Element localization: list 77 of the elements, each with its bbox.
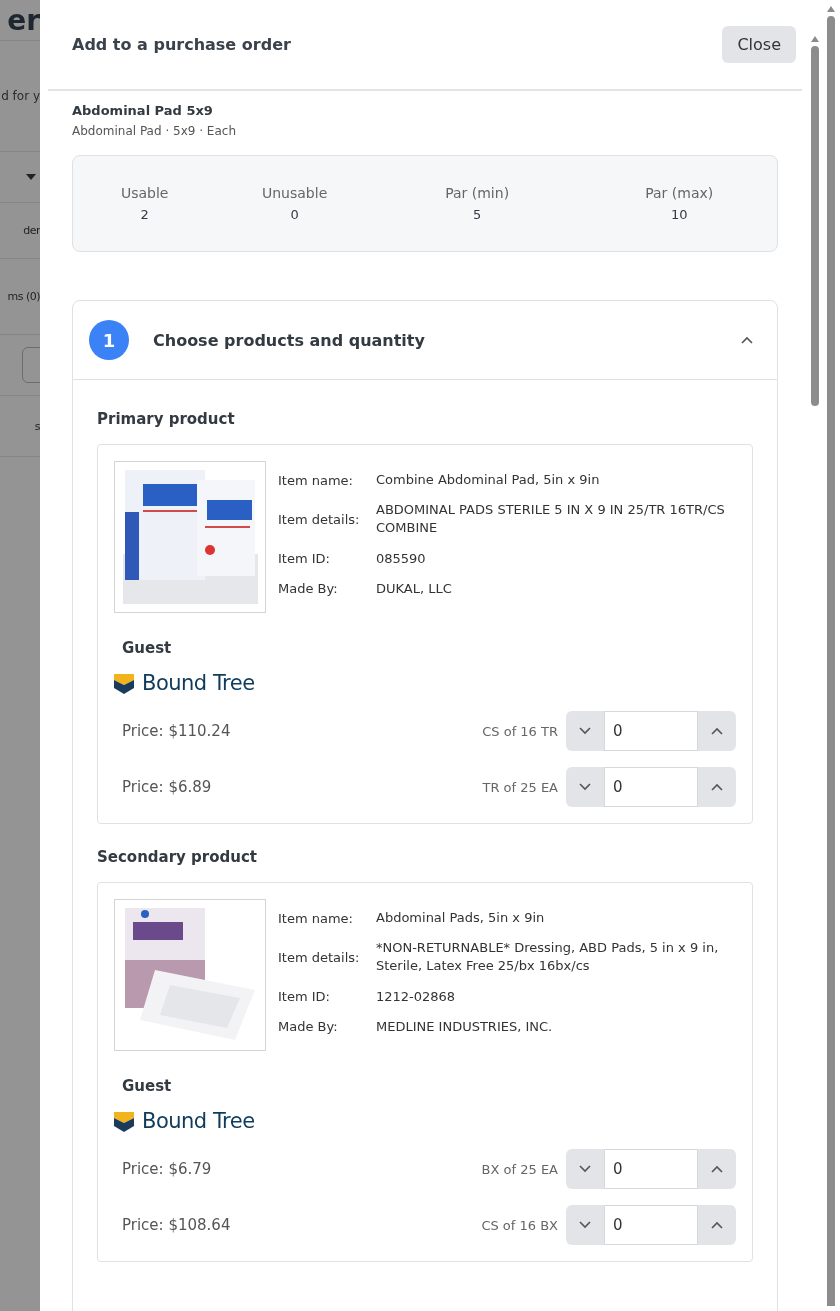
- scroll-arrow-icon[interactable]: [827, 6, 835, 12]
- increase-button[interactable]: [698, 1205, 736, 1245]
- stat-label: Usable: [120, 185, 169, 201]
- step-number: 1: [89, 320, 129, 360]
- stat-label: Par (max): [645, 185, 714, 201]
- increase-button[interactable]: [698, 711, 736, 751]
- field-value: ABDOMINAL PADS STERILE 5 IN X 9 IN 25/TR 16TR/CS COMBINE: [376, 501, 726, 538]
- field-value: *NON-RETURNABLE* Dressing, ABD Pads, 5 in x 9 in, Sterile, Latex Free 25/bx 16bx/cs: [376, 939, 720, 976]
- unit-label: CS of 16 BX: [481, 1217, 558, 1233]
- vendor-name: Bound Tree: [142, 1109, 255, 1133]
- stat-label: Par (min): [445, 185, 510, 201]
- stat-value: 2: [140, 207, 149, 222]
- vendor-logo-icon: [114, 672, 134, 694]
- field-value: 1212-02868: [376, 987, 457, 1006]
- caret-icon: [26, 174, 36, 180]
- step-header[interactable]: 1 Choose products and quantity: [72, 300, 778, 380]
- dialog-title: Add to a purchase order: [72, 35, 291, 54]
- unit-label: TR of 25 EA: [482, 779, 558, 795]
- chevron-up-icon: [711, 1165, 723, 1173]
- close-button[interactable]: Close: [722, 26, 796, 63]
- vendor-name: Bound Tree: [142, 671, 255, 695]
- field-value: Combine Abdominal Pad, 5in x 9in: [376, 471, 601, 489]
- chevron-down-icon: [579, 727, 591, 735]
- item-title: Abdominal Pad 5x9: [72, 103, 214, 118]
- field-label: Item ID:: [278, 551, 331, 567]
- chevron-down-icon: [579, 1221, 591, 1229]
- item-subtitle: Abdominal Pad · 5x9 · Each: [72, 124, 237, 138]
- vendor-logo-icon: [114, 1110, 134, 1132]
- price-text: Price: $108.64: [122, 1216, 232, 1234]
- account-label: Guest: [122, 639, 173, 657]
- increase-button[interactable]: [698, 767, 736, 807]
- field-label: Item details:: [278, 949, 361, 965]
- field-value: DUKAL, LLC: [376, 579, 453, 598]
- section-heading: Secondary product: [97, 848, 259, 866]
- scroll-arrow-icon[interactable]: [811, 36, 819, 42]
- chevron-down-icon: [579, 783, 591, 791]
- quantity-field[interactable]: 0: [604, 711, 698, 751]
- field-label: Item name:: [278, 910, 354, 926]
- field-value: 085590: [376, 549, 427, 568]
- decrease-button[interactable]: [566, 711, 604, 751]
- section-heading: Primary product: [97, 410, 236, 428]
- quantity-field[interactable]: 0: [604, 1149, 698, 1189]
- chevron-up-icon: [711, 783, 723, 791]
- quantity-field[interactable]: 0: [604, 767, 698, 807]
- stat-label: Unusable: [262, 185, 328, 201]
- unit-label: CS of 16 TR: [482, 723, 558, 739]
- chevron-up-icon: [711, 1221, 723, 1229]
- page-text: der: [23, 224, 40, 237]
- decrease-button[interactable]: [566, 1205, 604, 1245]
- step-title: Choose products and quantity: [153, 330, 426, 350]
- page-heading: er: [7, 3, 40, 37]
- quantity-field[interactable]: 0: [604, 1205, 698, 1245]
- chevron-down-icon: [579, 1165, 591, 1173]
- field-label: Item ID:: [278, 989, 331, 1005]
- stat-value: 5: [473, 207, 482, 222]
- account-label: Guest: [122, 1077, 173, 1095]
- stat-value: 10: [670, 207, 688, 222]
- field-label: Made By:: [278, 581, 339, 597]
- unit-label: BX of 25 EA: [481, 1161, 558, 1177]
- scroll-thumb[interactable]: [811, 46, 819, 406]
- decrease-button[interactable]: [566, 1149, 604, 1189]
- price-text: Price: $110.24: [122, 722, 232, 740]
- price-text: Price: $6.89: [122, 778, 213, 796]
- scroll-thumb[interactable]: [827, 16, 835, 1306]
- chevron-up-icon: [711, 727, 723, 735]
- decrease-button[interactable]: [566, 767, 604, 807]
- field-label: Item name:: [278, 472, 354, 488]
- stat-value: 0: [290, 207, 299, 222]
- field-value: MEDLINE INDUSTRIES, INC.: [376, 1017, 554, 1036]
- field-label: Item details:: [278, 511, 361, 527]
- price-text: Price: $6.79: [122, 1160, 213, 1178]
- page-text: s: [34, 419, 40, 433]
- increase-button[interactable]: [698, 1149, 736, 1189]
- field-label: Made By:: [278, 1019, 339, 1035]
- page-text: d for y: [1, 89, 40, 103]
- field-value: Abdominal Pads, 5in x 9in: [376, 909, 546, 927]
- page-text: ms (0): [7, 290, 40, 303]
